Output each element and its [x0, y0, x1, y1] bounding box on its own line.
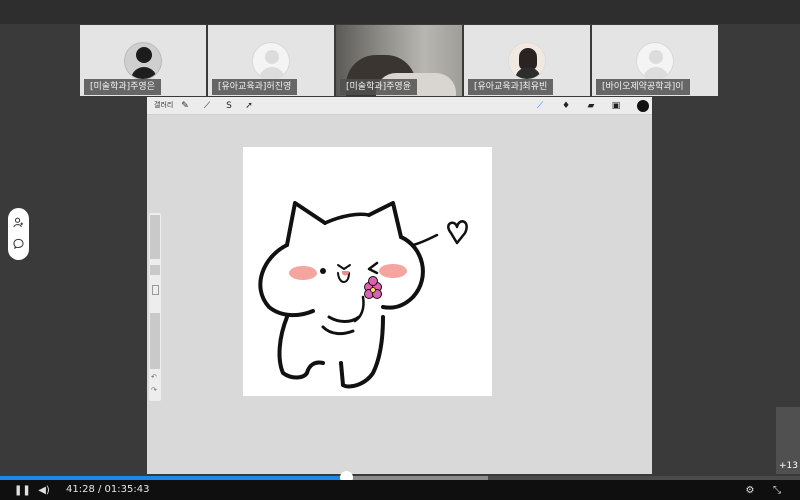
participant-tile[interactable]: [유아교육과]허진영: [208, 25, 334, 96]
participant-tile[interactable]: [바이오제약공학과]이: [592, 25, 718, 96]
color-swatch[interactable]: [637, 100, 649, 112]
magic-wand-icon[interactable]: ⟋: [201, 100, 213, 112]
participant-tile[interactable]: [유아교육과]최유빈: [464, 25, 590, 96]
drawing-canvas[interactable]: [243, 147, 492, 396]
participant-name: [유아교육과]허진영: [212, 79, 298, 95]
slider-handle[interactable]: [150, 265, 160, 275]
wrench-icon[interactable]: ✎: [179, 100, 191, 112]
user-avatar: [636, 42, 674, 80]
selection-icon[interactable]: S: [223, 100, 235, 112]
cat-drawing: [258, 201, 468, 389]
participant-tile[interactable]: [미술학과]주영윤: [336, 25, 462, 96]
volume-icon[interactable]: ◀): [38, 485, 50, 497]
flower: [364, 276, 382, 299]
smudge-icon[interactable]: ♦: [560, 100, 572, 112]
settings-gear-icon[interactable]: ⚙: [744, 485, 756, 497]
layers-icon[interactable]: ▣: [610, 100, 622, 112]
brush-size-slider[interactable]: [150, 215, 160, 259]
exit-fullscreen-icon[interactable]: ⤡: [771, 485, 783, 497]
app-toolbar: 갤러리 ✎ ⟋ S ➚ ⟋ ♦ ▰ ▣: [147, 97, 652, 115]
add-person-icon[interactable]: [13, 217, 24, 228]
side-panel: [8, 208, 29, 260]
time-display: 41:28 / 01:35:43: [66, 484, 150, 495]
participant-name: [유아교육과]최유빈: [468, 79, 554, 95]
user-avatar: [252, 42, 290, 80]
user-avatar: [508, 42, 546, 80]
opacity-slider[interactable]: [150, 313, 160, 369]
top-bar: [0, 0, 800, 24]
cat-eye: [320, 268, 326, 274]
participant-name: [미술학과]주영윤: [340, 79, 417, 95]
gallery-button[interactable]: 갤러리: [154, 100, 173, 110]
more-participants-button[interactable]: +13: [776, 407, 800, 474]
modify-square-icon[interactable]: [152, 285, 159, 295]
brush-icon[interactable]: ⟋: [534, 100, 546, 112]
transform-arrow-icon[interactable]: ➚: [243, 100, 255, 112]
undo-icon[interactable]: ↶: [151, 373, 157, 381]
cat-cheek: [289, 266, 317, 280]
participant-strip: [미술학과]주영은 [유아교육과]허진영 [미술학과]주영윤 [유아교육과]최유…: [80, 25, 718, 96]
redo-icon[interactable]: ↷: [151, 386, 157, 394]
pause-icon[interactable]: ❚❚: [14, 485, 31, 497]
cat-cheek: [379, 264, 407, 278]
chat-icon[interactable]: [13, 238, 24, 249]
participant-tile[interactable]: [미술학과]주영은: [80, 25, 206, 96]
shared-screen-drawing-app: 갤러리 ✎ ⟋ S ➚ ⟋ ♦ ▰ ▣ ↶ ↷: [147, 97, 652, 474]
brush-size-sliders[interactable]: ↶ ↷: [149, 213, 161, 401]
user-avatar: [124, 42, 162, 80]
eraser-icon[interactable]: ▰: [585, 100, 597, 112]
more-participants-count: +13: [779, 461, 798, 471]
participant-name: [미술학과]주영은: [84, 79, 161, 95]
participant-name: [바이오제약공학과]이: [596, 79, 690, 95]
